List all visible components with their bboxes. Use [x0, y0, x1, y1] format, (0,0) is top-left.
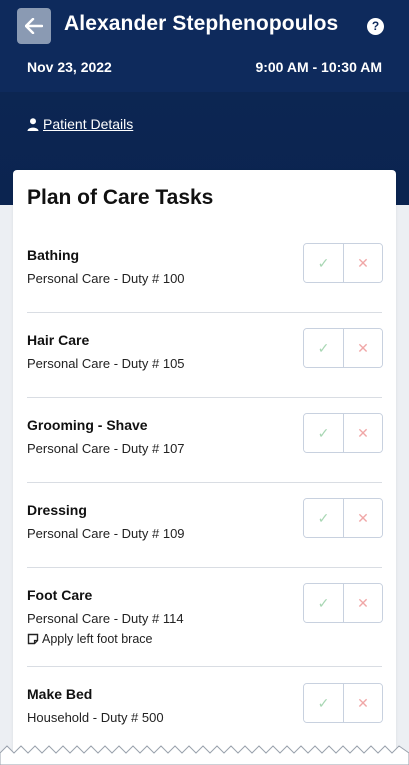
plan-of-care-card: Plan of Care Tasks Bathing Personal Care…: [13, 170, 396, 765]
refuse-button[interactable]: ✕: [342, 499, 382, 537]
top-bar: Alexander Stephenopoulos ? Nov 23, 2022 …: [0, 0, 409, 92]
patient-details-label: Patient Details: [43, 116, 134, 132]
check-icon: ✓: [317, 594, 330, 611]
page: Alexander Stephenopoulos ? Nov 23, 2022 …: [0, 0, 409, 765]
task-item: Bathing Personal Care - Duty # 100 ✓ ✕: [27, 230, 383, 313]
check-icon: ✓: [317, 339, 330, 356]
complete-button[interactable]: ✓: [304, 684, 343, 722]
close-icon: ✕: [357, 509, 369, 526]
refuse-button[interactable]: ✕: [342, 414, 382, 452]
check-icon: ✓: [317, 424, 330, 441]
task-name: Bathing: [27, 247, 80, 263]
close-icon: ✕: [357, 594, 369, 611]
close-icon: ✕: [357, 424, 369, 441]
refuse-button[interactable]: ✕: [342, 329, 382, 367]
task-item: Make Bed Household - Duty # 500 ✓ ✕: [27, 667, 383, 737]
task-item: Dressing Personal Care - Duty # 109 ✓ ✕: [27, 483, 383, 568]
task-action-group: ✓ ✕: [303, 683, 383, 723]
close-icon: ✕: [357, 254, 369, 271]
refuse-button[interactable]: ✕: [342, 684, 382, 722]
complete-button[interactable]: ✓: [304, 584, 343, 622]
patient-name-title: Alexander Stephenopoulos: [64, 12, 339, 35]
task-detail: Personal Care - Duty # 109: [27, 526, 185, 541]
patient-details-link[interactable]: Patient Details: [27, 116, 133, 132]
task-item: Foot Care Personal Care - Duty # 114 App…: [27, 568, 383, 667]
help-icon[interactable]: ?: [367, 18, 384, 35]
card-title: Plan of Care Tasks: [27, 186, 214, 209]
task-detail: Personal Care - Duty # 105: [27, 356, 185, 371]
visit-date: Nov 23, 2022: [27, 59, 112, 75]
task-action-group: ✓ ✕: [303, 583, 383, 623]
task-detail: Personal Care - Duty # 114: [27, 611, 184, 626]
task-name: Grooming - Shave: [27, 417, 148, 433]
complete-button[interactable]: ✓: [304, 244, 343, 282]
complete-button[interactable]: ✓: [304, 499, 343, 537]
task-action-group: ✓ ✕: [303, 328, 383, 368]
complete-button[interactable]: ✓: [304, 414, 343, 452]
complete-button[interactable]: ✓: [304, 329, 343, 367]
back-button[interactable]: [17, 8, 51, 44]
task-action-group: ✓ ✕: [303, 243, 383, 283]
task-name: Make Bed: [27, 686, 93, 702]
task-item: Hair Care Personal Care - Duty # 105 ✓ ✕: [27, 313, 383, 398]
check-icon: ✓: [317, 509, 330, 526]
torn-edge-divider: [0, 745, 409, 765]
task-detail: Household - Duty # 500: [27, 710, 164, 725]
refuse-button[interactable]: ✕: [342, 584, 382, 622]
task-note: Apply left foot brace: [27, 632, 152, 646]
visit-time-range: 9:00 AM - 10:30 AM: [255, 59, 382, 75]
person-icon: [27, 117, 39, 131]
arrow-left-icon: [25, 18, 43, 34]
refuse-button[interactable]: ✕: [342, 244, 382, 282]
task-detail: Personal Care - Duty # 107: [27, 441, 185, 456]
task-name: Dressing: [27, 502, 87, 518]
task-name: Hair Care: [27, 332, 90, 348]
check-icon: ✓: [317, 694, 330, 711]
note-icon: [27, 633, 39, 645]
task-note-text: Apply left foot brace: [42, 632, 153, 646]
close-icon: ✕: [357, 694, 369, 711]
task-action-group: ✓ ✕: [303, 413, 383, 453]
task-name: Foot Care: [27, 587, 93, 603]
close-icon: ✕: [357, 339, 369, 356]
task-item: Grooming - Shave Personal Care - Duty # …: [27, 398, 383, 483]
check-icon: ✓: [317, 254, 330, 271]
task-action-group: ✓ ✕: [303, 498, 383, 538]
task-detail: Personal Care - Duty # 100: [27, 271, 185, 286]
